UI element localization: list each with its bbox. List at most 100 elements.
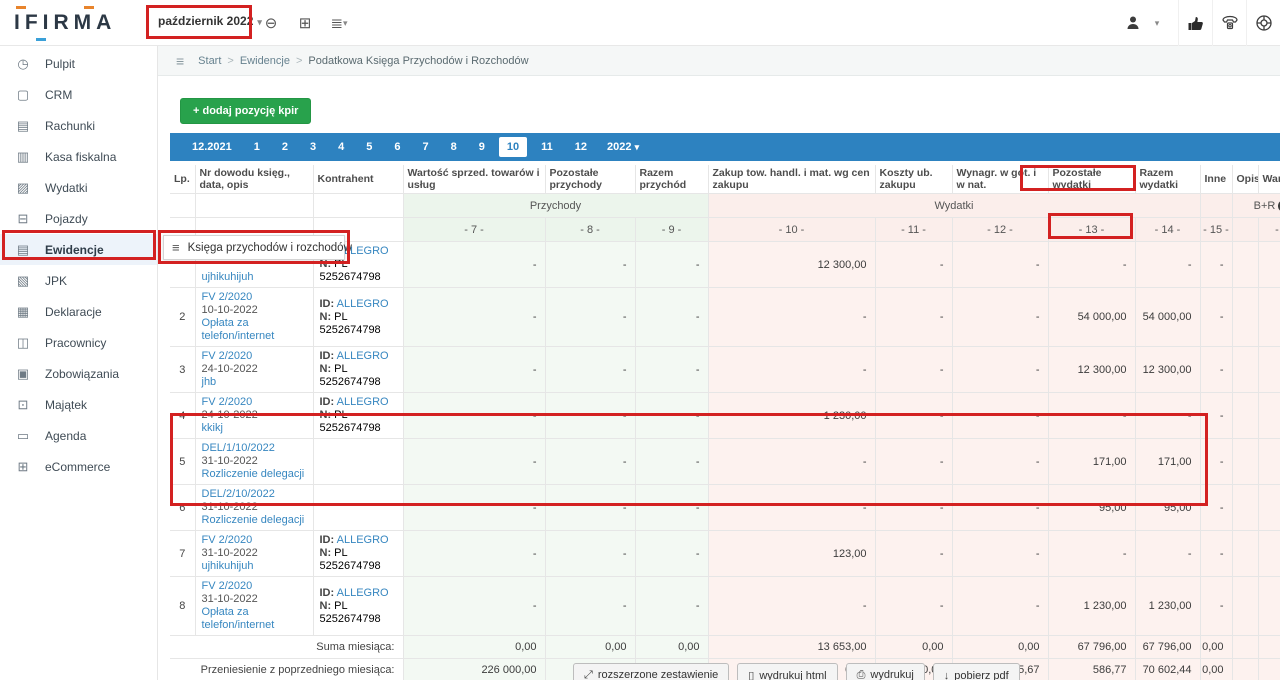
employees-icon: ◫ xyxy=(15,335,31,351)
col-header-inne: Inne xyxy=(1200,165,1232,194)
copy-add-icon[interactable]: ⊞ xyxy=(288,0,322,46)
tab-month-12[interactable]: 12 xyxy=(567,137,595,157)
download-pdf-button[interactable]: ↓pobierz pdf xyxy=(933,663,1020,680)
tab-month-9[interactable]: 9 xyxy=(471,137,493,157)
sidebar-item-kasa-fiskalna[interactable]: ▥Kasa fiskalna xyxy=(0,141,157,172)
user-icon xyxy=(1125,15,1141,31)
doc-link[interactable]: FV 2/2020 xyxy=(202,580,307,593)
col-header-razem-wydatki: Razem wydatki xyxy=(1135,165,1200,194)
col-num-11: - 11 - xyxy=(875,218,952,242)
doc-link[interactable]: FV 2/2020 xyxy=(202,396,307,409)
col-header-lp: Lp. xyxy=(170,165,195,194)
col-header-opis: Opis xyxy=(1232,165,1258,194)
tab-prev-month[interactable]: 12.2021 xyxy=(184,137,240,157)
add-kpir-entry-button[interactable]: + dodaj pozycję kpir xyxy=(180,98,311,124)
group-header-row: Przychody Wydatki B+R? xyxy=(170,194,1280,218)
list-icon[interactable]: ≣ ▾ xyxy=(322,0,356,46)
desc-link[interactable]: Opłata za telefon/internet xyxy=(202,317,307,343)
desc-link[interactable]: Rozliczenie delegacji xyxy=(202,514,307,527)
user-menu[interactable]: ▾ xyxy=(1106,0,1178,46)
logo-accent-orange-2 xyxy=(84,6,94,9)
group-przychody: Przychody xyxy=(403,194,708,218)
sidebar-item-ecommerce[interactable]: ⊞eCommerce xyxy=(0,451,157,482)
desc-link[interactable]: jhb xyxy=(202,376,307,389)
invoices-icon: ▤ xyxy=(15,118,31,134)
month-selector[interactable]: październik 2022▾ xyxy=(158,14,262,28)
vehicles-icon: ⊟ xyxy=(15,211,31,227)
help-lifebuoy-icon[interactable] xyxy=(1246,0,1280,46)
col-num-16: - 16 - xyxy=(1258,218,1280,242)
tab-month-2[interactable]: 2 xyxy=(274,137,296,157)
top-bar: IFIRMA październik 2022▾ ⊖ ⊞ ≣ ▾ ▾ xyxy=(0,0,1280,46)
year-selector[interactable]: 2022 ▾ xyxy=(607,141,639,153)
tab-month-5[interactable]: 5 xyxy=(358,137,380,157)
kontrahent-link[interactable]: ALLEGRO xyxy=(337,534,389,546)
sidebar-item-majatek[interactable]: ⊡Majątek xyxy=(0,389,157,420)
tab-month-6[interactable]: 6 xyxy=(386,137,408,157)
expand-icon: ⤢ xyxy=(584,669,593,680)
sidebar-item-rachunki[interactable]: ▤Rachunki xyxy=(0,110,157,141)
table-row: 3 FV 2/202024-10-2022jhb ID: ALLEGRON: P… xyxy=(170,347,1280,393)
table-row: 4 FV 2/202024-10-2022kkikj ID: ALLEGRON:… xyxy=(170,393,1280,439)
doc-link[interactable]: FV 2/2020 xyxy=(202,350,307,363)
sidebar-nav: ◷Pulpit ▢CRM ▤Rachunki ▥Kasa fiskalna ▨W… xyxy=(0,46,158,680)
sidebar-item-agenda[interactable]: ▭Agenda xyxy=(0,420,157,451)
col-num-15: - 15 - xyxy=(1200,218,1232,242)
main-content: + dodaj pozycję kpir 12.2021 1 2 3 4 5 6… xyxy=(158,76,1280,680)
tab-month-7[interactable]: 7 xyxy=(415,137,437,157)
kontrahent-link[interactable]: ALLEGRO xyxy=(337,587,389,599)
sidebar-item-ewidencje[interactable]: ▤Ewidencje xyxy=(0,234,157,265)
crm-icon: ▢ xyxy=(15,87,31,103)
phone-icon[interactable] xyxy=(1212,0,1246,46)
print-button[interactable]: ⎙wydrukuj xyxy=(846,663,925,680)
col-header-nr-dowodu: Nr dowodu księg., data, opis xyxy=(195,165,313,194)
cash-register-icon[interactable]: ⊖ xyxy=(254,0,288,46)
col-header-koszty-ub: Koszty ub. zakupu xyxy=(875,165,952,194)
sidebar-item-zobowiazania[interactable]: ▣Zobowiązania xyxy=(0,358,157,389)
document-icon: ▯ xyxy=(748,670,754,680)
col-header-kontrahent: Kontrahent xyxy=(313,165,403,194)
desc-link[interactable]: ujhikuhijuh xyxy=(202,271,307,284)
desc-link[interactable]: Opłata za telefon/internet xyxy=(202,606,307,632)
col-num-13: - 13 - xyxy=(1048,218,1135,242)
ewidencje-submenu-kpir[interactable]: ≡ Księga przychodów i rozchodów xyxy=(163,235,345,260)
breadcrumb-separator: > xyxy=(227,55,233,67)
hamburger-icon[interactable]: ≡ xyxy=(176,53,184,69)
tab-month-3[interactable]: 3 xyxy=(302,137,324,157)
breadcrumb-start[interactable]: Start xyxy=(198,55,221,67)
col-header-wynagr: Wynagr. w got. i w nat. xyxy=(952,165,1048,194)
desc-link[interactable]: ujhikuhijuh xyxy=(202,560,307,573)
thumbs-up-icon[interactable] xyxy=(1178,0,1212,46)
tab-month-4[interactable]: 4 xyxy=(330,137,352,157)
tab-month-1[interactable]: 1 xyxy=(246,137,268,157)
breadcrumb-ewidencje[interactable]: Ewidencje xyxy=(240,55,290,67)
tab-month-11[interactable]: 11 xyxy=(533,137,561,157)
ifirma-logo[interactable]: IFIRMA xyxy=(14,11,116,35)
sidebar-item-pracownicy[interactable]: ◫Pracownicy xyxy=(0,327,157,358)
kontrahent-link[interactable]: ALLEGRO xyxy=(337,350,389,362)
tab-month-10-selected[interactable]: 10 xyxy=(499,137,527,157)
col-num-7: - 7 - xyxy=(403,218,545,242)
kontrahent-link[interactable]: ALLEGRO xyxy=(337,298,389,310)
kontrahent-link[interactable]: ALLEGRO xyxy=(337,396,389,408)
doc-link[interactable]: FV 2/2020 xyxy=(202,534,307,547)
sidebar-item-pulpit[interactable]: ◷Pulpit xyxy=(0,48,157,79)
doc-link[interactable]: DEL/2/10/2022 xyxy=(202,488,307,501)
tab-month-8[interactable]: 8 xyxy=(443,137,465,157)
breadcrumb: ≡ Start > Ewidencje > Podatkowa Księga P… xyxy=(158,46,1280,76)
desc-link[interactable]: kkikj xyxy=(202,422,307,435)
declarations-icon: ▦ xyxy=(15,304,31,320)
desc-link[interactable]: Rozliczenie delegacji xyxy=(202,468,307,481)
sidebar-item-wydatki[interactable]: ▨Wydatki xyxy=(0,172,157,203)
doc-link[interactable]: DEL/1/10/2022 xyxy=(202,442,307,455)
sidebar-item-crm[interactable]: ▢CRM xyxy=(0,79,157,110)
sidebar-item-deklaracje[interactable]: ▦Deklaracje xyxy=(0,296,157,327)
sidebar-item-pojazdy[interactable]: ⊟Pojazdy xyxy=(0,203,157,234)
logo-accent-orange xyxy=(16,6,26,9)
sidebar-item-jpk[interactable]: ▧JPK xyxy=(0,265,157,296)
expanded-report-button[interactable]: ⤢rozszerzone zestawienie xyxy=(573,663,729,680)
doc-link[interactable]: FV 2/2020 xyxy=(202,291,307,304)
topbar-right-icons: ▾ xyxy=(1106,0,1280,46)
print-html-button[interactable]: ▯wydrukuj html xyxy=(737,663,837,680)
breadcrumb-current: Podatkowa Księga Przychodów i Rozchodów xyxy=(308,55,528,67)
